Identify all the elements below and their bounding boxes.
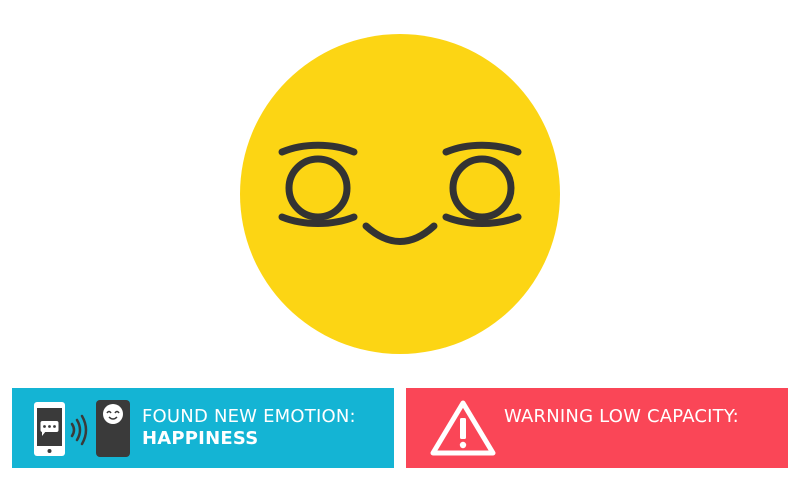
signal-waves-icon: [70, 414, 88, 446]
emotion-found-panel: FOUND NEW EMOTION: HAPPINESS: [12, 388, 394, 468]
warning-label: WARNING LOW CAPACITY:: [504, 406, 739, 427]
emotion-screen: FOUND NEW EMOTION: HAPPINESS WARNING LOW…: [0, 0, 800, 480]
phone-to-robot-transfer-icon: [34, 400, 130, 457]
emotion-value: HAPPINESS: [142, 428, 259, 449]
emotion-status-label: FOUND NEW EMOTION:: [142, 406, 356, 427]
phone-icon: [34, 402, 65, 456]
warning-triangle-icon: [430, 400, 496, 456]
robot-device-icon: [96, 400, 130, 457]
low-capacity-warning-panel: WARNING LOW CAPACITY:: [406, 388, 788, 468]
happy-face-icon: [240, 34, 560, 354]
emotion-status-text: FOUND NEW EMOTION: HAPPINESS: [142, 406, 387, 450]
